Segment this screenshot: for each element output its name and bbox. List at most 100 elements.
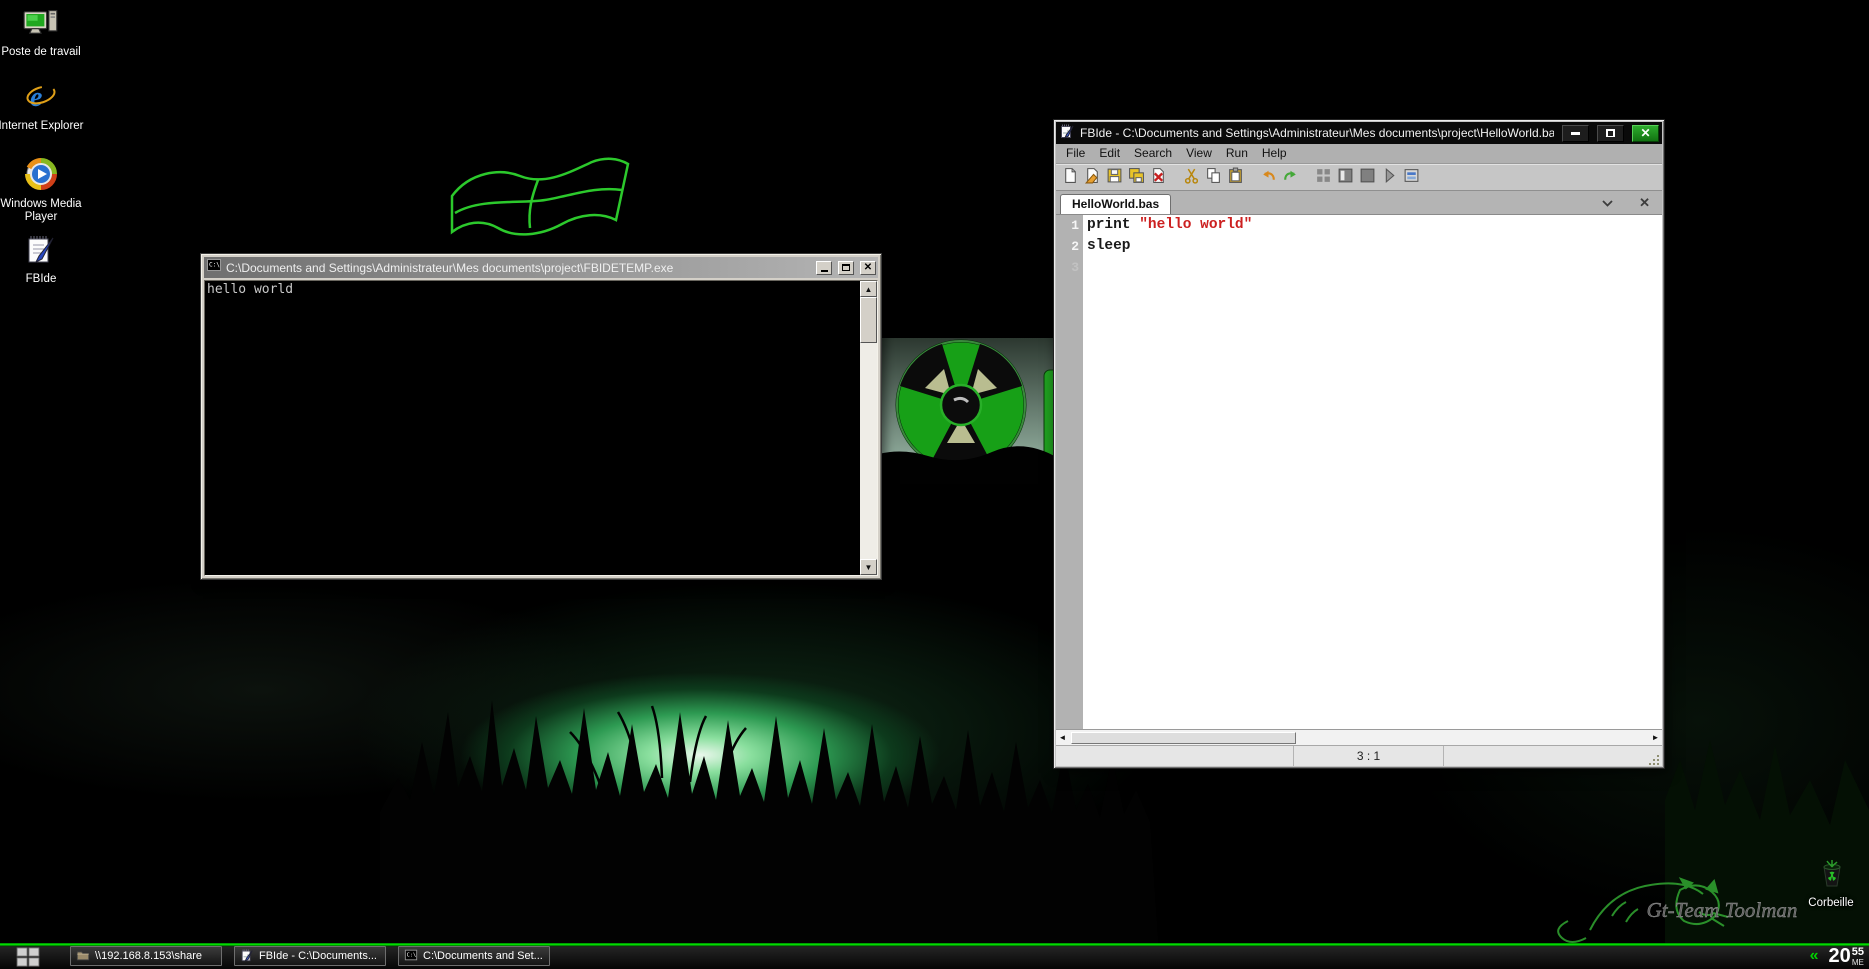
taskbar-buttons: \\192.168.8.153\share FBIde - C:\Document… [70,946,550,966]
console-scrollbar[interactable]: ▲ ▼ [860,281,877,575]
menu-file[interactable]: File [1059,144,1092,163]
toolbar-new-button[interactable] [1059,167,1081,189]
code-text: sleep [1083,236,1131,257]
toolbar-cut-button[interactable] [1180,167,1202,189]
tab-helloworld[interactable]: HelloWorld.bas [1060,194,1171,214]
tab-dropdown-icon[interactable] [1602,200,1613,207]
menu-view[interactable]: View [1179,144,1219,163]
console-maximize-button[interactable] [838,261,854,275]
clock-minute: 55 [1852,947,1864,958]
console-icon: C:\ [206,257,222,278]
resize-grip[interactable] [1648,754,1660,766]
toolbar-save-button[interactable] [1103,167,1125,189]
tile-windows-icon [1315,167,1332,189]
menu-search[interactable]: Search [1127,144,1179,163]
code-text: print "hello world" [1083,215,1252,236]
desktop-icon-label: FBIde [26,273,57,286]
code-editor[interactable]: 1print "hello world"2sleep3 [1056,215,1662,729]
fbide-icon [1059,123,1075,144]
start-button[interactable] [8,947,48,967]
system-tray: « 20 55 ME [1810,943,1864,969]
scroll-up-icon[interactable]: ▲ [860,281,877,297]
scroll-down-icon[interactable]: ▼ [860,559,877,575]
copy-icon [1205,167,1222,189]
tray-expand-chevron-icon[interactable]: « [1810,947,1819,965]
open-icon [1084,167,1101,189]
fbide-menu-bar: FileEditSearchViewRunHelp [1056,144,1662,164]
desktop-icon-label: Poste de travail [1,46,80,59]
code-text [1083,257,1087,278]
svg-text:C:\: C:\ [209,262,220,269]
fbide-maximize-button[interactable] [1597,125,1624,142]
task-button-2[interactable]: FBIde - C:\Documents... [234,946,386,966]
desktop-icon-corbeille[interactable]: Corbeille [1776,857,1869,910]
editor-line[interactable]: 1print "hello world" [1056,215,1662,236]
close-file-icon [1150,167,1167,189]
line-number: 3 [1056,257,1083,278]
tray-clock[interactable]: 20 55 ME [1829,945,1865,967]
toolbar-copy-button[interactable] [1202,167,1224,189]
windows-media-player-icon [25,158,57,195]
fbide-close-button[interactable]: ✕ [1632,125,1659,142]
toolbar-tile-windows-button[interactable] [1312,167,1334,189]
task-button-1[interactable]: \\192.168.8.153\share [70,946,222,966]
clock-hour: 20 [1829,945,1851,967]
desktop-icon-label: Windows Media Player [0,198,96,224]
scroll-left-icon[interactable]: ◄ [1056,731,1069,745]
editor-horizontal-scrollbar[interactable]: ◄ ► [1056,729,1662,745]
editor-line[interactable]: 3 [1056,257,1662,278]
trees-right-art [1665,740,1869,969]
console-output[interactable]: hello world [205,281,860,575]
undo-icon [1260,167,1277,189]
console-close-button[interactable]: ✕ [860,261,876,275]
task-button-label: FBIde - C:\Documents... [259,950,377,962]
toolbar-output-button[interactable] [1400,167,1422,189]
desktop-icon-fbide[interactable]: FBIde [0,233,96,286]
window-split-icon [1337,167,1354,189]
editor-scrollbar-thumb[interactable] [1071,732,1296,744]
toolbar-save-all-button[interactable] [1125,167,1147,189]
menu-help[interactable]: Help [1255,144,1294,163]
toolbar-window-split-button[interactable] [1334,167,1356,189]
line-number: 2 [1056,236,1083,257]
console-scrollbar-thumb[interactable] [860,297,877,343]
console-minimize-button[interactable] [816,261,832,275]
scroll-right-icon[interactable]: ► [1649,731,1662,745]
task-button-3[interactable]: C:\C:\Documents and Set... [398,946,550,966]
redo-icon [1282,167,1299,189]
console-title-bar[interactable]: C:\ C:\Documents and Settings\Administra… [204,257,878,278]
window-solid-icon [1359,167,1376,189]
tab-close-icon[interactable]: ✕ [1639,197,1650,209]
toolbar-paste-button[interactable] [1224,167,1246,189]
toolbar-run-button[interactable] [1378,167,1400,189]
toolbar-redo-button[interactable] [1279,167,1301,189]
recycle-bin-icon [1815,857,1847,894]
output-icon [1403,167,1420,189]
fbide-icon [240,948,254,965]
fbide-window-title: FBIde - C:\Documents and Settings\Admini… [1080,126,1554,140]
windows-flag-art [452,159,628,235]
fbide-minimize-button[interactable] [1562,125,1589,142]
taskbar: \\192.168.8.153\share FBIde - C:\Document… [0,943,1869,969]
wallpaper-team-text: Gt-Team Toolman [1647,898,1798,922]
svg-text:C:\: C:\ [407,952,416,958]
toolbar-undo-button[interactable] [1257,167,1279,189]
toolbar-close-file-button[interactable] [1147,167,1169,189]
internet-explorer-icon: e [25,80,57,117]
desktop-icon-windows-media-player[interactable]: Windows Media Player [0,158,96,224]
cut-icon [1183,167,1200,189]
fbide-window: FBIde - C:\Documents and Settings\Admini… [1053,119,1665,769]
menu-run[interactable]: Run [1219,144,1255,163]
editor-line[interactable]: 2sleep [1056,236,1662,257]
fbide-tab-strip: HelloWorld.bas ✕ [1056,191,1662,215]
desktop-icon-internet-explorer[interactable]: eInternet Explorer [0,80,96,133]
console-window-title: C:\Documents and Settings\Administrateur… [226,261,810,275]
clock-suffix: ME [1852,958,1864,967]
fbide-title-bar[interactable]: FBIde - C:\Documents and Settings\Admini… [1056,122,1662,144]
desktop-icon-poste-de-travail[interactable]: Poste de travail [0,8,96,59]
cursor-position: 3 : 1 [1294,746,1444,766]
menu-edit[interactable]: Edit [1092,144,1127,163]
toolbar-window-solid-button[interactable] [1356,167,1378,189]
toolbar-open-button[interactable] [1081,167,1103,189]
recycle-bin-label: Corbeille [1808,897,1853,910]
